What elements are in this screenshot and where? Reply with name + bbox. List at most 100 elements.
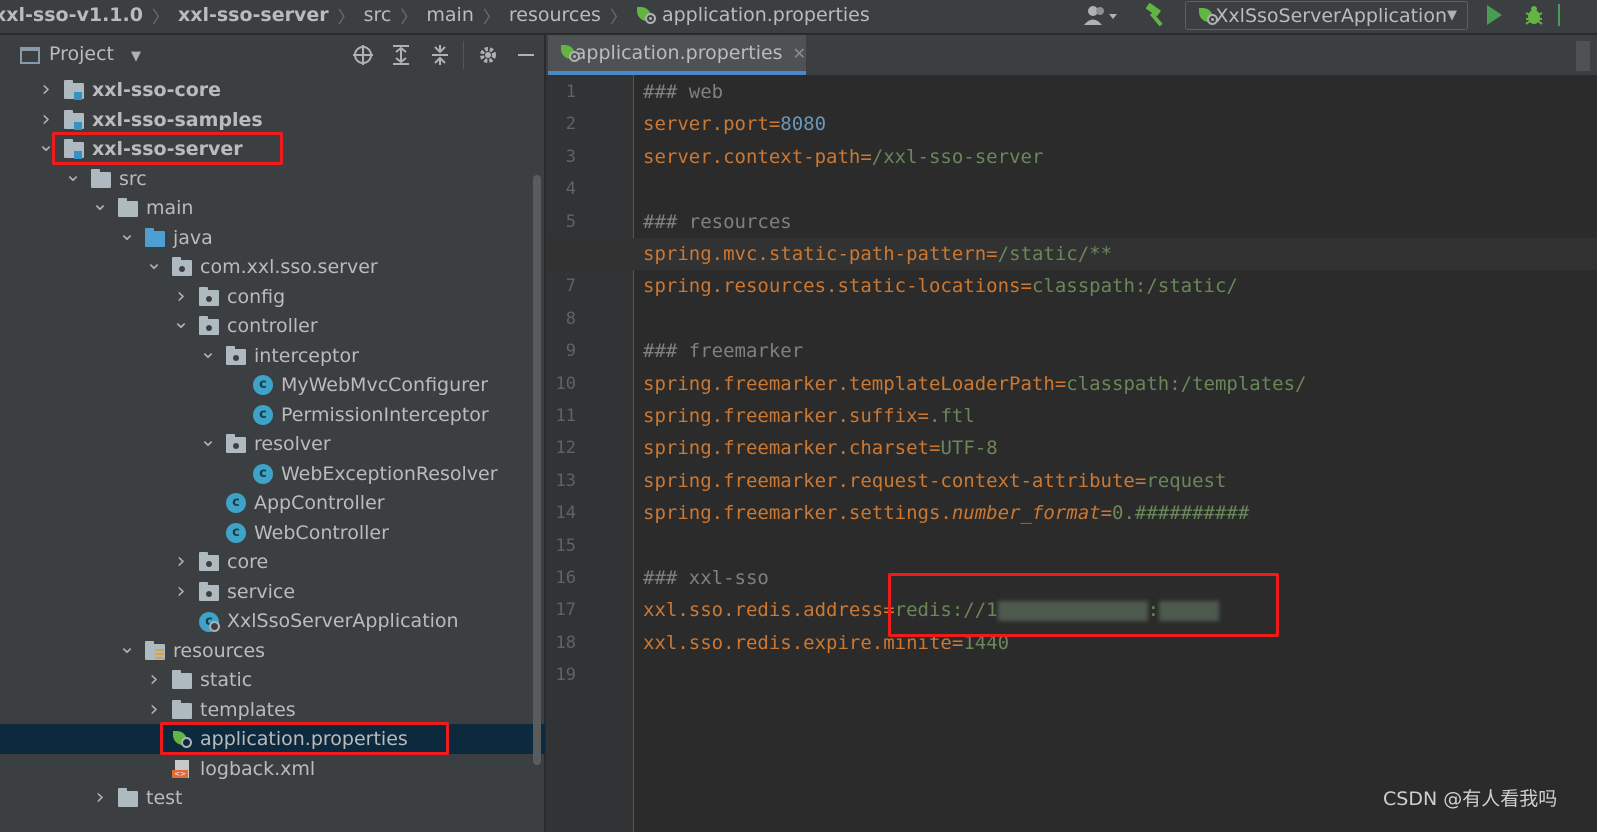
tab-bar-scroll[interactable] bbox=[1576, 41, 1590, 71]
breadcrumb-item-resources[interactable]: resources bbox=[509, 4, 601, 26]
line-number: 16 bbox=[555, 568, 576, 588]
run-configuration-select[interactable]: XxlSsoServerApplication ▼ bbox=[1185, 1, 1468, 30]
code-token: = bbox=[1100, 502, 1113, 525]
resources-folder-icon bbox=[145, 640, 165, 660]
code-line: ### freemarker bbox=[643, 335, 803, 367]
tab-application-properties[interactable]: application.properties ✕ bbox=[548, 35, 806, 75]
chevron-right-icon[interactable]: › bbox=[172, 284, 190, 309]
tree-item-config[interactable]: › config bbox=[0, 282, 545, 312]
editor-tab-bar: application.properties ✕ bbox=[546, 35, 1597, 75]
tree-item-mywebmvcconfigurer[interactable]: c MyWebMvcConfigurer bbox=[0, 370, 545, 400]
tree-item-xxlssoserverapplication[interactable]: c XxlSsoServerApplication bbox=[0, 606, 545, 636]
hammer-icon[interactable] bbox=[1143, 2, 1169, 28]
debug-icon[interactable] bbox=[1523, 4, 1545, 26]
line-number: 13 bbox=[555, 470, 576, 491]
tree-item-xxl-sso-core[interactable]: › xxl-sso-core bbox=[0, 75, 545, 105]
tree-item-label: xxl-sso-core bbox=[92, 79, 222, 101]
tree-item-xxl-sso-server[interactable]: ⌄ xxl-sso-server bbox=[0, 132, 545, 164]
chevron-down-icon[interactable]: ⌄ bbox=[199, 427, 217, 451]
code-token: = bbox=[883, 599, 895, 622]
tree-item-label: src bbox=[119, 167, 147, 190]
folder-icon bbox=[118, 788, 138, 807]
module-folder-icon bbox=[64, 109, 84, 130]
chevron-down-icon[interactable]: ⌄ bbox=[145, 250, 163, 274]
gear-icon[interactable] bbox=[476, 43, 500, 67]
project-panel-header: Project ▼ bbox=[0, 35, 545, 75]
breadcrumb-item-main[interactable]: main bbox=[426, 4, 473, 26]
code-token: = bbox=[1054, 372, 1067, 395]
project-tool-window: Project ▼ › xxl-sso-core › xxl-sso-samples ⌄… bbox=[0, 35, 545, 832]
collapse-all-icon[interactable] bbox=[428, 43, 452, 67]
locate-icon[interactable] bbox=[351, 43, 375, 67]
tree-item-logback-xml[interactable]: <> logback.xml bbox=[0, 754, 545, 784]
breadcrumb-item-module[interactable]: xxl-sso-server bbox=[178, 4, 329, 26]
chevron-right-icon[interactable]: › bbox=[37, 107, 55, 132]
code-token: server.context-path bbox=[643, 145, 861, 168]
tree-item-static[interactable]: › static bbox=[0, 665, 545, 695]
chevron-down-icon[interactable]: ⌄ bbox=[37, 132, 55, 156]
chevron-right-icon[interactable]: › bbox=[172, 550, 190, 574]
chevron-right-icon[interactable]: › bbox=[91, 786, 109, 810]
tree-item-java[interactable]: ⌄ java bbox=[0, 221, 545, 253]
run-icon[interactable] bbox=[1487, 5, 1502, 25]
package-icon bbox=[199, 316, 219, 335]
minimize-icon[interactable] bbox=[514, 43, 538, 67]
tree-scrollbar[interactable] bbox=[533, 175, 541, 765]
chevron-down-icon[interactable]: ⌄ bbox=[199, 339, 217, 363]
line-number: 14 bbox=[555, 503, 576, 524]
chevron-down-icon[interactable]: ⌄ bbox=[118, 221, 136, 245]
chevron-right-icon[interactable]: › bbox=[172, 579, 190, 604]
breadcrumb-item-project[interactable]: xxl-sso-v1.1.0 bbox=[0, 4, 143, 26]
breadcrumb-item-src[interactable]: src bbox=[364, 4, 392, 26]
line-number: 15 bbox=[555, 535, 576, 556]
code-line: server.port=8080 bbox=[643, 108, 826, 140]
tree-item-xxl-sso-samples[interactable]: › xxl-sso-samples bbox=[0, 105, 545, 135]
code-token: ### xxl-sso bbox=[643, 567, 769, 589]
chevron-down-icon[interactable]: ⌄ bbox=[91, 191, 109, 215]
tree-item-src[interactable]: ⌄ src bbox=[0, 162, 545, 194]
tree-item-templates[interactable]: › templates bbox=[0, 695, 545, 725]
code-token: ### web bbox=[643, 81, 724, 103]
tree-item-webcontroller[interactable]: c WebController bbox=[0, 518, 545, 548]
tree-item-com-xxl-sso-server[interactable]: ⌄ com.xxl.sso.server bbox=[0, 250, 545, 282]
chevron-down-icon[interactable]: ⌄ bbox=[172, 309, 190, 333]
chevron-right-icon[interactable]: › bbox=[145, 697, 163, 722]
expand-all-icon[interactable] bbox=[389, 43, 413, 67]
close-icon[interactable]: ✕ bbox=[793, 44, 806, 63]
line-number: 5 bbox=[565, 211, 576, 232]
toolbar-overflow-icon[interactable] bbox=[1558, 4, 1574, 26]
code-line: ### web bbox=[643, 76, 723, 108]
code-token: ### resources bbox=[643, 210, 792, 233]
tree-item-test[interactable]: › test bbox=[0, 783, 545, 813]
tree-item-resources[interactable]: ⌄ resources bbox=[0, 634, 545, 666]
package-icon bbox=[226, 345, 246, 365]
tree-item-permissioninterceptor[interactable]: c PermissionInterceptor bbox=[0, 400, 545, 430]
chevron-down-icon[interactable]: ⌄ bbox=[64, 162, 82, 186]
project-panel-title[interactable]: Project bbox=[49, 43, 114, 65]
line-number: 4 bbox=[565, 179, 576, 200]
breadcrumb-item-file[interactable]: application.properties bbox=[662, 4, 870, 26]
tree-item-interceptor[interactable]: ⌄ interceptor bbox=[0, 339, 545, 371]
class-icon: c bbox=[226, 522, 246, 543]
chevron-down-icon[interactable]: ▼ bbox=[131, 49, 141, 64]
tree-item-application-properties[interactable]: application.properties bbox=[0, 724, 545, 754]
source-root-icon bbox=[145, 227, 165, 247]
tree-item-label: resources bbox=[173, 639, 266, 662]
tree-item-controller[interactable]: ⌄ controller bbox=[0, 309, 545, 341]
tree-item-service[interactable]: › service bbox=[0, 577, 545, 607]
tree-item-resolver[interactable]: ⌄ resolver bbox=[0, 427, 545, 459]
chevron-down-icon[interactable]: ⌄ bbox=[118, 634, 136, 658]
tree-item-label: main bbox=[146, 197, 194, 219]
tree-item-appcontroller[interactable]: c AppController bbox=[0, 488, 545, 518]
chevron-right-icon[interactable]: › bbox=[37, 78, 55, 102]
folder-icon bbox=[172, 670, 192, 689]
tree-item-core[interactable]: › core bbox=[0, 547, 545, 577]
code-token: = bbox=[986, 243, 998, 265]
code-token: = bbox=[928, 437, 941, 460]
chevron-right-icon[interactable]: › bbox=[145, 668, 163, 692]
tree-item-main[interactable]: ⌄ main bbox=[0, 191, 545, 223]
tree-item-webexceptionresolver[interactable]: c WebExceptionResolver bbox=[0, 459, 545, 489]
module-folder-icon bbox=[64, 80, 84, 100]
code-line: spring.freemarker.request-context-attrib… bbox=[643, 465, 1226, 497]
user-icon[interactable] bbox=[1083, 4, 1121, 28]
